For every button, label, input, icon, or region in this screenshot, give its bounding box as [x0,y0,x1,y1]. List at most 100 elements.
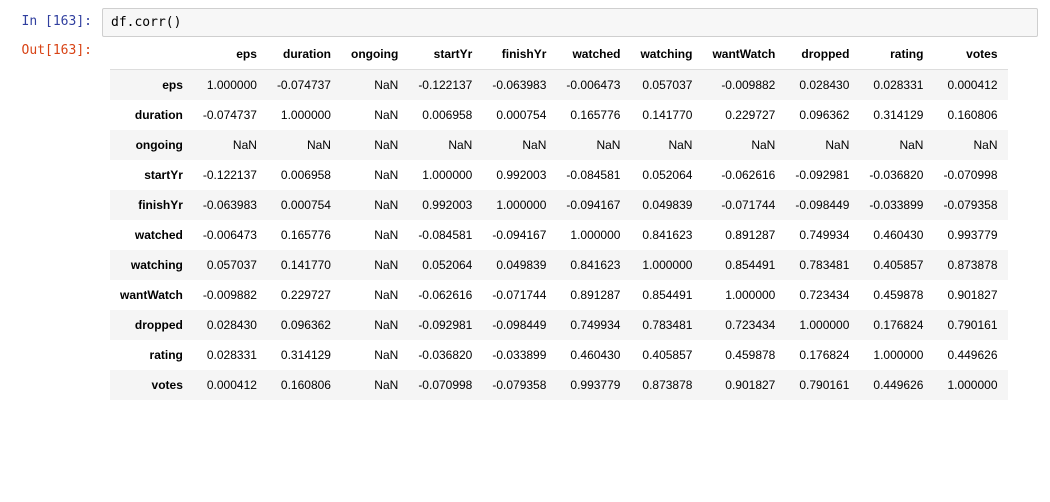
output-cell: Out[163]: epsdurationongoingstartYrfinis… [12,37,1038,400]
table-cell: NaN [408,130,482,160]
table-cell: 0.000754 [482,100,556,130]
table-cell: NaN [630,130,702,160]
row-header: finishYr [110,190,193,220]
table-row: watching0.0570370.141770NaN0.0520640.049… [110,250,1008,280]
table-cell: -0.074737 [267,70,341,101]
table-row: watched-0.0064730.165776NaN-0.084581-0.0… [110,220,1008,250]
table-cell: -0.033899 [482,340,556,370]
table-cell: 0.057037 [630,70,702,101]
table-cell: -0.070998 [408,370,482,400]
table-cell: NaN [556,130,630,160]
table-cell: 0.854491 [702,250,785,280]
row-header: duration [110,100,193,130]
table-cell: 0.723434 [785,280,859,310]
table-cell: 0.460430 [556,340,630,370]
table-cell: 0.314129 [859,100,933,130]
table-cell: 0.891287 [556,280,630,310]
table-cell: 1.000000 [408,160,482,190]
table-cell: -0.071744 [702,190,785,220]
table-cell: 1.000000 [267,100,341,130]
column-header: watched [556,39,630,70]
table-cell: 0.901827 [933,280,1007,310]
table-cell: 0.028331 [859,70,933,101]
table-cell: 0.141770 [267,250,341,280]
table-cell: 0.052064 [630,160,702,190]
table-header-row: epsdurationongoingstartYrfinishYrwatched… [110,39,1008,70]
table-cell: -0.074737 [193,100,267,130]
table-cell: 0.000412 [933,70,1007,101]
table-cell: 0.229727 [267,280,341,310]
output-prompt: Out[163]: [12,37,102,64]
table-cell: NaN [341,370,408,400]
table-cell: 0.460430 [859,220,933,250]
table-cell: NaN [482,130,556,160]
table-cell: 0.141770 [630,100,702,130]
table-cell: -0.062616 [408,280,482,310]
table-cell: 1.000000 [933,370,1007,400]
table-cell: -0.098449 [785,190,859,220]
table-cell: -0.079358 [482,370,556,400]
table-cell: 0.165776 [556,100,630,130]
row-header: dropped [110,310,193,340]
column-header: watching [630,39,702,70]
table-cell: 0.405857 [630,340,702,370]
table-cell: 0.405857 [859,250,933,280]
table-cell: -0.036820 [859,160,933,190]
table-cell: -0.079358 [933,190,1007,220]
column-header: finishYr [482,39,556,70]
table-cell: 0.749934 [785,220,859,250]
table-cell: -0.098449 [482,310,556,340]
table-cell: 0.165776 [267,220,341,250]
row-header: watching [110,250,193,280]
correlation-table: epsdurationongoingstartYrfinishYrwatched… [110,39,1008,400]
table-cell: -0.084581 [556,160,630,190]
table-cell: 0.000754 [267,190,341,220]
table-cell: 0.783481 [630,310,702,340]
column-header: dropped [785,39,859,70]
table-cell: 0.096362 [267,310,341,340]
table-cell: 0.049839 [630,190,702,220]
code-input[interactable]: df.corr() [102,8,1038,37]
table-cell: -0.092981 [785,160,859,190]
table-cell: 0.841623 [630,220,702,250]
row-header: wantWatch [110,280,193,310]
table-cell: 0.992003 [408,190,482,220]
table-cell: NaN [341,70,408,101]
table-cell: 0.052064 [408,250,482,280]
table-cell: 1.000000 [630,250,702,280]
row-header: startYr [110,160,193,190]
table-corner [110,39,193,70]
table-row: ongoingNaNNaNNaNNaNNaNNaNNaNNaNNaNNaNNaN [110,130,1008,160]
column-header: votes [933,39,1007,70]
table-cell: 1.000000 [482,190,556,220]
table-cell: -0.033899 [859,190,933,220]
table-cell: NaN [341,220,408,250]
table-cell: 0.891287 [702,220,785,250]
table-row: wantWatch-0.0098820.229727NaN-0.062616-0… [110,280,1008,310]
table-cell: 0.993779 [556,370,630,400]
column-header: duration [267,39,341,70]
table-cell: -0.062616 [702,160,785,190]
table-cell: 1.000000 [556,220,630,250]
table-cell: 0.449626 [859,370,933,400]
table-cell: NaN [341,130,408,160]
table-cell: NaN [341,280,408,310]
table-cell: 0.028331 [193,340,267,370]
table-row: duration-0.0747371.000000NaN0.0069580.00… [110,100,1008,130]
table-cell: -0.122137 [193,160,267,190]
table-cell: 0.176824 [785,340,859,370]
table-cell: 0.873878 [933,250,1007,280]
column-header: wantWatch [702,39,785,70]
table-cell: 0.096362 [785,100,859,130]
table-cell: NaN [193,130,267,160]
table-cell: NaN [341,190,408,220]
column-header: startYr [408,39,482,70]
table-cell: 0.993779 [933,220,1007,250]
table-cell: -0.122137 [408,70,482,101]
table-cell: -0.094167 [556,190,630,220]
input-prompt: In [163]: [12,8,102,35]
table-cell: NaN [341,160,408,190]
table-cell: -0.006473 [193,220,267,250]
table-cell: -0.084581 [408,220,482,250]
row-header: eps [110,70,193,101]
